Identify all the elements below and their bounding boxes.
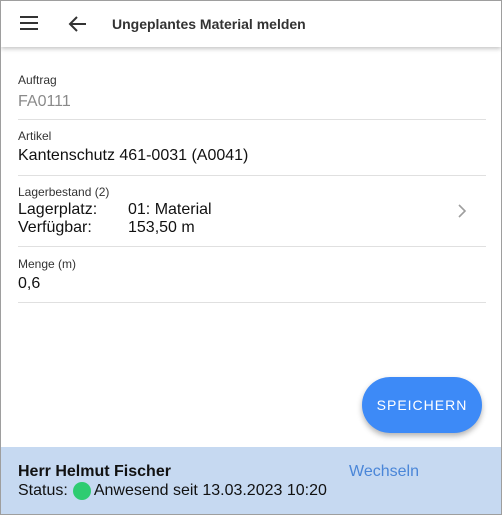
artikel-value: Kantenschutz 461-0031 (A0041) — [18, 147, 249, 164]
artikel-label: Artikel — [18, 129, 52, 143]
status-row: Status: Anwesend seit 13.03.2023 10:20 — [18, 482, 327, 500]
status-indicator-icon — [72, 482, 91, 500]
lagerbestand-details: Lagerplatz: 01: Material Verfügbar: 153,… — [18, 201, 486, 237]
field-artikel: Artikel Kantenschutz 461-0031 (A0041) — [18, 120, 486, 176]
user-status-bar: Herr Helmut Fischer Wechseln Status: Anw… — [1, 447, 501, 514]
verfuegbar-value: 153,50 m — [128, 219, 195, 236]
menge-label: Menge (m) — [18, 257, 77, 271]
field-menge[interactable]: Menge (m) 0,6 — [18, 247, 486, 303]
hamburger-menu-icon[interactable] — [20, 15, 40, 31]
arrow-back-icon[interactable] — [67, 13, 89, 35]
lagerplatz-key: Lagerplatz: — [18, 201, 98, 218]
menge-input[interactable]: 0,6 — [18, 275, 486, 293]
page-title: Ungeplantes Material melden — [112, 16, 306, 32]
status-text: Anwesend seit 13.03.2023 10:20 — [93, 482, 327, 499]
app-bar: Ungeplantes Material melden — [1, 1, 501, 47]
lagerplatz-value: 01: Material — [128, 201, 212, 218]
chevron-right-icon — [456, 204, 468, 218]
lagerbestand-label: Lagerbestand (2) — [18, 185, 110, 199]
verfuegbar-key: Verfügbar: — [18, 219, 92, 236]
field-auftrag: Auftrag FA0111 — [18, 64, 486, 120]
form-list: Auftrag FA0111 Artikel Kantenschutz 461-… — [18, 64, 486, 303]
save-button[interactable]: SPEICHERN — [362, 377, 482, 433]
app-window: Ungeplantes Material melden Auftrag FA01… — [0, 0, 502, 515]
auftrag-value: FA0111 — [18, 93, 71, 110]
status-label: Status: — [18, 482, 68, 499]
field-lagerbestand[interactable]: Lagerbestand (2) Lagerplatz: 01: Materia… — [18, 176, 486, 247]
user-name: Herr Helmut Fischer — [18, 463, 171, 480]
auftrag-label: Auftrag — [18, 73, 57, 87]
switch-user-link[interactable]: Wechseln — [349, 463, 419, 481]
